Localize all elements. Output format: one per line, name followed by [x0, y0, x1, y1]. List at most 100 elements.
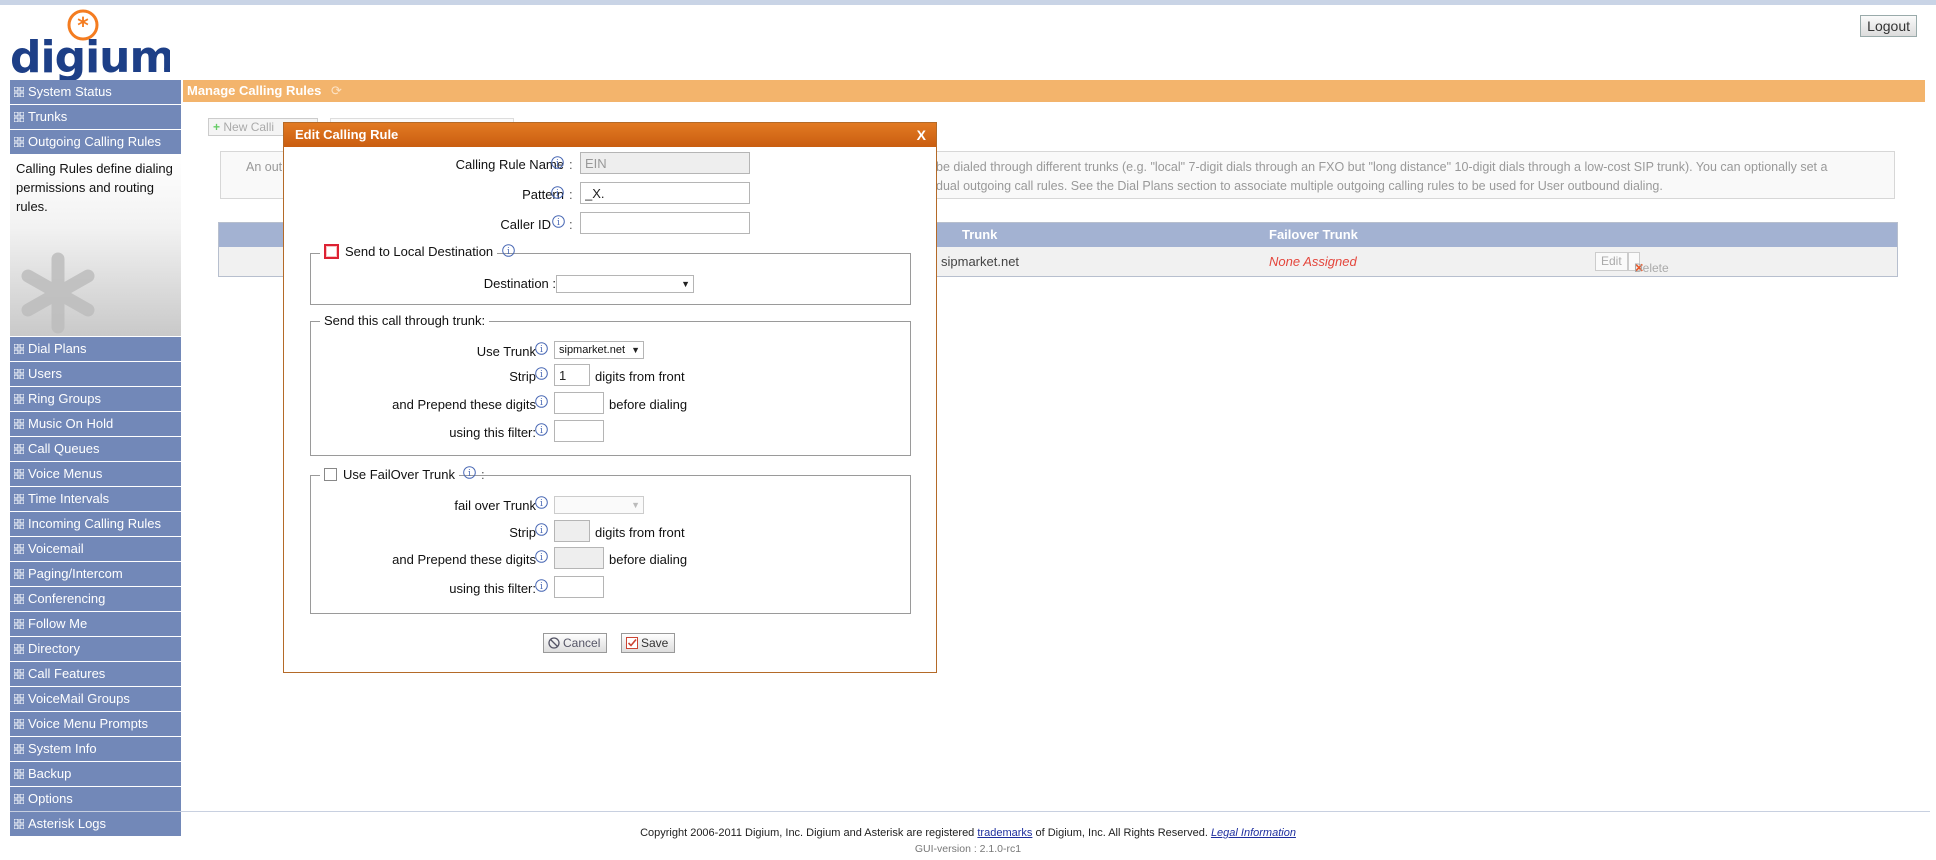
failover-strip-input[interactable]: [554, 520, 590, 542]
failover-prepend-input[interactable]: [554, 547, 604, 569]
info-icon[interactable]: i: [551, 156, 564, 169]
info-icon[interactable]: i: [535, 579, 548, 592]
grid-icon: [14, 619, 24, 629]
pattern-input[interactable]: [580, 182, 750, 204]
grid-icon: [14, 569, 24, 579]
sidebar-item-trunks[interactable]: Trunks: [10, 105, 181, 130]
send-local-checkbox[interactable]: [324, 244, 339, 259]
sidebar-item-label: Call Features: [28, 666, 106, 681]
grid-icon: [14, 369, 24, 379]
sidebar-item-label: Voice Menu Prompts: [28, 716, 148, 731]
row-failover: None Assigned: [1269, 254, 1357, 269]
close-icon[interactable]: X: [917, 123, 926, 147]
grid-icon: [14, 519, 24, 529]
sidebar-item-label: Users: [28, 366, 62, 381]
sidebar-item-label: System Info: [28, 741, 97, 756]
info-icon[interactable]: i: [535, 550, 548, 563]
sidebar-item-call-queues[interactable]: Call Queues: [10, 437, 181, 462]
sidebar-item-users[interactable]: Users: [10, 362, 181, 387]
caller-id-input[interactable]: [580, 212, 750, 234]
svg-text:i: i: [556, 159, 559, 169]
grid-icon: [14, 112, 24, 122]
page-title: Manage Calling Rules ⟳: [183, 80, 1925, 102]
before-dialing-label: before dialing: [609, 397, 688, 412]
legal-information-link[interactable]: Legal Information: [1211, 827, 1296, 839]
refresh-icon[interactable]: ⟳: [331, 83, 342, 98]
digits-from-front-label: digits from front: [595, 369, 685, 384]
sidebar-item-time-intervals[interactable]: Time Intervals: [10, 487, 181, 512]
sidebar-item-call-features[interactable]: Call Features: [10, 662, 181, 687]
info-icon[interactable]: i: [535, 367, 548, 380]
use-trunk-select[interactable]: sipmarket.net ▼: [554, 341, 644, 359]
sidebar-item-options[interactable]: Options: [10, 787, 181, 812]
failover-strip-label: Strip: [509, 525, 536, 540]
info-icon[interactable]: i: [535, 496, 548, 509]
info-icon[interactable]: i: [551, 186, 564, 199]
logout-button[interactable]: Logout: [1860, 15, 1917, 37]
filter-input[interactable]: [554, 420, 604, 442]
sidebar-item-voice-menus[interactable]: Voice Menus: [10, 462, 181, 487]
info-icon[interactable]: i: [535, 523, 548, 536]
info-text-line2: dual outgoing call rules. See the Dial P…: [936, 179, 1663, 193]
strip-input[interactable]: [554, 364, 590, 386]
sidebar-item-incoming-calling-rules[interactable]: Incoming Calling Rules: [10, 512, 181, 537]
save-button[interactable]: Save: [621, 633, 676, 653]
failover-filter-input[interactable]: [554, 576, 604, 598]
sidebar-item-paging-intercom[interactable]: Paging/Intercom: [10, 562, 181, 587]
sidebar-item-voice-menu-prompts[interactable]: Voice Menu Prompts: [10, 712, 181, 737]
filter-label: using this filter:: [449, 425, 536, 440]
calling-rule-name-input[interactable]: [580, 152, 750, 174]
top-border: [0, 0, 1936, 5]
destination-label: Destination :: [483, 276, 556, 291]
sidebar-item-music-on-hold[interactable]: Music On Hold: [10, 412, 181, 437]
failover-trunk-select[interactable]: ▼: [554, 496, 644, 514]
sidebar-item-label: Dial Plans: [28, 341, 87, 356]
sidebar-item-conferencing[interactable]: Conferencing: [10, 587, 181, 612]
delete-button[interactable]: ✕ Delete: [1628, 252, 1669, 275]
sidebar-item-label: Time Intervals: [28, 491, 110, 506]
grid-icon: [14, 644, 24, 654]
svg-text:i: i: [540, 553, 543, 563]
info-icon[interactable]: i: [552, 215, 565, 228]
chevron-down-icon: ▼: [681, 279, 690, 289]
sidebar-item-voicemail-groups[interactable]: VoiceMail Groups: [10, 687, 181, 712]
dialog-title: Edit Calling Rule: [295, 127, 399, 142]
info-icon[interactable]: i: [502, 244, 515, 257]
chevron-down-icon: ▼: [631, 500, 640, 510]
sidebar-item-system-info[interactable]: System Info: [10, 737, 181, 762]
sidebar-item-follow-me[interactable]: Follow Me: [10, 612, 181, 637]
sidebar-item-directory[interactable]: Directory: [10, 637, 181, 662]
trademarks-link[interactable]: trademarks: [977, 827, 1032, 839]
sidebar-item-system-status[interactable]: System Status: [10, 80, 181, 105]
failover-checkbox[interactable]: [324, 468, 337, 481]
sidebar-item-label: Music On Hold: [28, 416, 114, 431]
save-check-icon: [626, 637, 638, 649]
grid-icon: [14, 87, 24, 97]
svg-text:i: i: [557, 218, 560, 228]
cancel-label: Cancel: [563, 636, 601, 650]
sidebar-item-backup[interactable]: Backup: [10, 762, 181, 787]
grid-icon: [14, 344, 24, 354]
grid-icon: [14, 744, 24, 754]
copyright: Copyright 2006-2011 Digium, Inc. Digium …: [0, 827, 1936, 839]
sidebar-description: Calling Rules define dialing permissions…: [10, 155, 181, 337]
prepend-input[interactable]: [554, 392, 604, 414]
sidebar-item-outgoing-calling-rules[interactable]: Outgoing Calling Rules: [10, 130, 181, 155]
sidebar-item-label: Incoming Calling Rules: [28, 516, 161, 531]
info-icon[interactable]: i: [463, 466, 476, 479]
sidebar-item-ring-groups[interactable]: Ring Groups: [10, 387, 181, 412]
svg-text:i: i: [556, 189, 559, 199]
info-icon[interactable]: i: [535, 342, 548, 355]
edit-button[interactable]: Edit: [1595, 252, 1628, 271]
dialog-title-bar: Edit Calling Rule X: [284, 123, 936, 147]
info-icon[interactable]: i: [535, 423, 548, 436]
cancel-button[interactable]: Cancel: [543, 633, 608, 653]
destination-select[interactable]: ▼: [556, 275, 694, 293]
sidebar-item-dial-plans[interactable]: Dial Plans: [10, 337, 181, 362]
logo-text: digium: [10, 32, 170, 80]
caller-id-label: Caller ID: [500, 217, 551, 232]
grid-icon: [14, 494, 24, 504]
sidebar-item-voicemail[interactable]: Voicemail: [10, 537, 181, 562]
info-icon[interactable]: i: [535, 395, 548, 408]
sidebar-item-label: Call Queues: [28, 441, 100, 456]
